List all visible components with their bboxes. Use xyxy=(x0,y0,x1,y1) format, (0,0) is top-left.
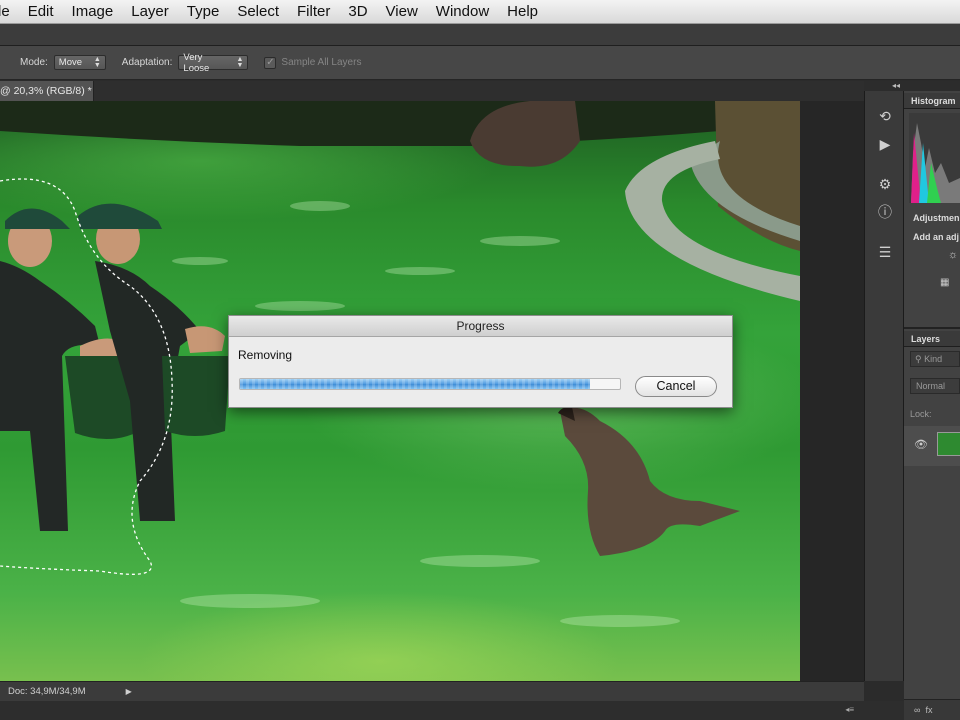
actions-play-icon[interactable]: ▶ xyxy=(873,133,897,155)
lock-label: Lock: xyxy=(910,409,932,419)
bottom-strip: ◂≡ xyxy=(0,701,904,720)
document-tab-bar: @ 20,3% (RGB/8) * xyxy=(0,81,864,101)
sample-all-layers-checkbox[interactable]: ✓ xyxy=(264,56,277,69)
dialog-title: Progress xyxy=(229,316,732,337)
progress-bar-fill xyxy=(240,379,590,389)
cancel-button[interactable]: Cancel xyxy=(635,376,717,397)
progress-dialog: Progress Removing Cancel xyxy=(228,315,733,408)
fx-icon[interactable]: fx xyxy=(925,705,932,715)
adaptation-select-value: Very Loose xyxy=(183,51,210,74)
select-arrows-icon: ▲ ▼ xyxy=(93,55,101,69)
levels-icon[interactable]: ▦ xyxy=(940,277,949,288)
mode-select-value: Move xyxy=(58,57,83,68)
menu-file[interactable]: le xyxy=(0,0,19,24)
doc-size-info[interactable]: Doc: 34,9M/34,9M xyxy=(8,686,86,697)
brightness-icon[interactable]: ☼ xyxy=(948,249,958,261)
panel-menu-icon[interactable]: ◂≡ xyxy=(845,705,854,714)
menu-edit[interactable]: Edit xyxy=(19,0,63,24)
blend-mode-select[interactable]: Normal xyxy=(910,378,960,394)
document-tab[interactable]: @ 20,3% (RGB/8) * xyxy=(0,81,94,101)
layer-filter-field[interactable]: ⚲ Kind xyxy=(910,351,960,367)
kind-placeholder: Kind xyxy=(924,354,943,364)
adjustments-tab[interactable]: Adjustmen xyxy=(913,213,960,223)
histogram-chart xyxy=(909,113,960,203)
panel-divider xyxy=(904,327,960,329)
progress-status-text: Removing xyxy=(238,348,293,362)
select-arrows-icon: ▲ ▼ xyxy=(236,55,244,69)
menu-help[interactable]: Help xyxy=(498,0,547,24)
add-adjustment-label: Add an adj xyxy=(913,232,960,242)
properties-icon[interactable]: ☰ xyxy=(873,241,897,263)
layers-footer: ∞ fx xyxy=(904,699,960,720)
pool-back-wall xyxy=(0,101,720,146)
status-bar: Doc: 34,9M/34,9M ▶ xyxy=(0,681,864,701)
menu-layer[interactable]: Layer xyxy=(122,0,178,24)
mode-label: Mode: xyxy=(20,57,48,68)
info-icon[interactable]: ⓘ xyxy=(873,201,897,223)
layer-row[interactable]: 👁 xyxy=(904,426,960,466)
search-icon: ⚲ xyxy=(915,354,922,364)
sea-lion xyxy=(558,406,740,556)
menu-image[interactable]: Image xyxy=(63,0,123,24)
menu-filter[interactable]: Filter xyxy=(288,0,339,24)
histogram-tab[interactable]: Histogram xyxy=(904,93,960,109)
mode-select[interactable]: Move ▲ ▼ xyxy=(53,55,106,70)
sample-all-layers-label: Sample All Layers xyxy=(281,57,362,68)
menu-3d[interactable]: 3D xyxy=(339,0,376,24)
application-frame-header xyxy=(0,24,960,46)
menu-bar: le Edit Image Layer Type Select Filter 3… xyxy=(0,0,960,24)
adaptation-label: Adaptation: xyxy=(121,57,173,68)
menu-view[interactable]: View xyxy=(377,0,427,24)
menu-type[interactable]: Type xyxy=(178,0,229,24)
tool-presets-icon[interactable]: ⚙ xyxy=(873,173,897,195)
eye-visibility-icon[interactable]: 👁 xyxy=(914,438,928,451)
panel-collapse-toggle[interactable]: ◂◂ xyxy=(864,81,960,91)
menu-window[interactable]: Window xyxy=(427,0,498,24)
link-layers-icon[interactable]: ∞ xyxy=(914,705,920,715)
right-panels: Histogram Adjustmen Add an adj ☼ ▦ Layer… xyxy=(904,91,960,720)
layers-tab[interactable]: Layers xyxy=(904,331,960,347)
history-icon[interactable]: ⟲ xyxy=(873,105,897,127)
menu-select[interactable]: Select xyxy=(228,0,288,24)
adaptation-select[interactable]: Very Loose ▲ ▼ xyxy=(178,52,249,74)
layer-thumbnail xyxy=(937,432,960,456)
status-menu-arrow-icon[interactable]: ▶ xyxy=(126,687,132,696)
progress-bar xyxy=(239,378,621,390)
panel-icon-dock: ⟲ ▶ ⚙ ⓘ ☰ xyxy=(864,81,904,681)
water-ripples xyxy=(172,201,695,627)
tool-options-bar: Mode: Move ▲ ▼ Adaptation: Very Loose ▲ ▼ … xyxy=(0,46,960,80)
